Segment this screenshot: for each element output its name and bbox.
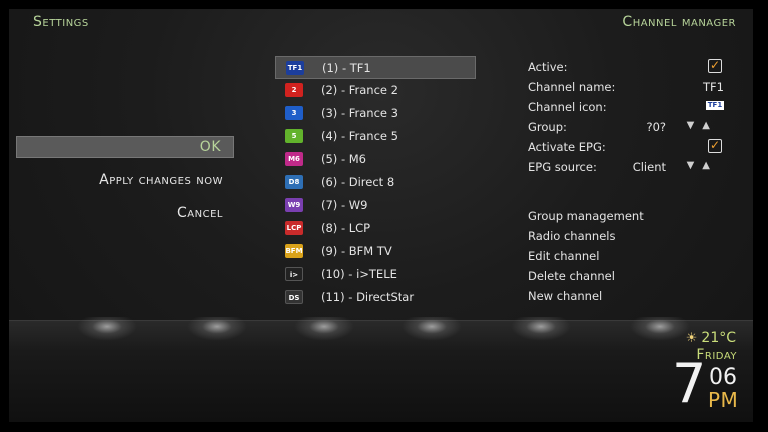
channel-item-france2[interactable]: 2 (2) - France 2 (275, 79, 476, 102)
group-label: Group: (528, 120, 567, 134)
channel-label: (2) - France 2 (321, 83, 398, 97)
ok-button[interactable]: OK (16, 136, 234, 158)
lcp-logo-icon: LCP (285, 221, 303, 235)
floor-spotlight (294, 317, 354, 341)
channel-item-direct8[interactable]: D8 (6) - Direct 8 (275, 171, 476, 194)
itele-logo-icon: i> (285, 267, 303, 281)
channel-label: (9) - BFM TV (321, 244, 392, 258)
channel-name-label: Channel name: (528, 80, 616, 94)
channel-item-w9[interactable]: W9 (7) - W9 (275, 194, 476, 217)
epg-source-value: Client (632, 160, 666, 174)
cancel-button[interactable]: Cancel (177, 205, 223, 221)
epg-source-row[interactable]: EPG source: Client ▼▲ (528, 158, 728, 178)
channel-label: (10) - i>TELE (321, 267, 397, 281)
tf1-logo-icon: TF1 (706, 101, 724, 110)
floor-spotlight (402, 317, 462, 341)
channel-label: (3) - France 3 (321, 106, 398, 120)
epg-source-label: EPG source: (528, 160, 597, 174)
active-row[interactable]: Active: ✓ (528, 58, 728, 78)
channel-label: (4) - France 5 (321, 129, 398, 143)
channel-label: (7) - W9 (321, 198, 368, 212)
channel-properties: Active: ✓ Channel name: TF1 Channel icon… (528, 58, 728, 178)
m6-logo-icon: M6 (285, 152, 303, 166)
bfmtv-logo-icon: BFM (285, 244, 303, 258)
channel-label: (8) - LCP (321, 221, 371, 235)
channel-item-m6[interactable]: M6 (5) - M6 (275, 148, 476, 171)
channel-icon-label: Channel icon: (528, 100, 607, 114)
channel-icon-row[interactable]: Channel icon: TF1 (528, 98, 728, 118)
weather-widget: ☀ 21°C (686, 330, 736, 346)
activate-epg-row[interactable]: Activate EPG: ✓ (528, 138, 728, 158)
activate-epg-label: Activate EPG: (528, 140, 606, 154)
channel-item-lcp[interactable]: LCP (8) - LCP (275, 217, 476, 240)
group-management-button[interactable]: Group management (528, 206, 644, 226)
clock-minute: 06 (709, 365, 737, 390)
channel-actions: Group management Radio channels Edit cha… (528, 206, 644, 306)
channel-item-france5[interactable]: 5 (4) - France 5 (275, 125, 476, 148)
floor-spotlight (77, 317, 137, 341)
channel-item-itele[interactable]: i> (10) - i>TELE (275, 263, 476, 286)
partly-cloudy-icon: ☀ (685, 331, 698, 346)
clock-ampm: PM (708, 388, 739, 412)
france3-logo-icon: 3 (285, 106, 303, 120)
channel-item-tf1[interactable]: TF1 (1) - TF1 (275, 56, 476, 79)
temperature: 21°C (701, 330, 736, 346)
floor-spotlight (630, 317, 690, 341)
floor-spotlight (511, 317, 571, 341)
activate-epg-checkbox[interactable]: ✓ (708, 139, 722, 153)
floor-spotlight (187, 317, 247, 341)
edit-channel-button[interactable]: Edit channel (528, 246, 644, 266)
channel-manager-title: Channel manager (622, 14, 736, 30)
channel-list: TF1 (1) - TF1 2 (2) - France 2 3 (3) - F… (275, 56, 476, 309)
active-label: Active: (528, 60, 568, 74)
channel-item-bfmtv[interactable]: BFM (9) - BFM TV (275, 240, 476, 263)
w9-logo-icon: W9 (285, 198, 303, 212)
direct8-logo-icon: D8 (285, 175, 303, 189)
group-arrows-icon[interactable]: ▼▲ (687, 120, 718, 131)
apply-changes-button[interactable]: Apply changes now (99, 172, 223, 188)
ok-button-label: OK (199, 139, 221, 155)
channel-name-row[interactable]: Channel name: TF1 (528, 78, 728, 98)
france2-logo-icon: 2 (285, 83, 303, 97)
channel-label: (5) - M6 (321, 152, 366, 166)
channel-name-value: TF1 (703, 80, 724, 94)
channel-label: (1) - TF1 (322, 61, 371, 75)
channel-label: (11) - DirectStar (321, 290, 415, 304)
channel-item-france3[interactable]: 3 (3) - France 3 (275, 102, 476, 125)
new-channel-button[interactable]: New channel (528, 286, 644, 306)
france5-logo-icon: 5 (285, 129, 303, 143)
group-value: ?0? (646, 120, 666, 134)
radio-channels-button[interactable]: Radio channels (528, 226, 644, 246)
group-row[interactable]: Group: ?0? ▼▲ (528, 118, 728, 138)
active-checkbox[interactable]: ✓ (708, 59, 722, 73)
delete-channel-button[interactable]: Delete channel (528, 266, 644, 286)
tf1-logo-icon: TF1 (286, 61, 304, 75)
directstar-logo-icon: DS (285, 290, 303, 304)
clock-hour: 7 (672, 352, 707, 415)
epg-source-arrows-icon[interactable]: ▼▲ (687, 160, 718, 171)
channel-item-directstar[interactable]: DS (11) - DirectStar (275, 286, 476, 309)
settings-title: Settings (33, 14, 89, 30)
channel-label: (6) - Direct 8 (321, 175, 395, 189)
